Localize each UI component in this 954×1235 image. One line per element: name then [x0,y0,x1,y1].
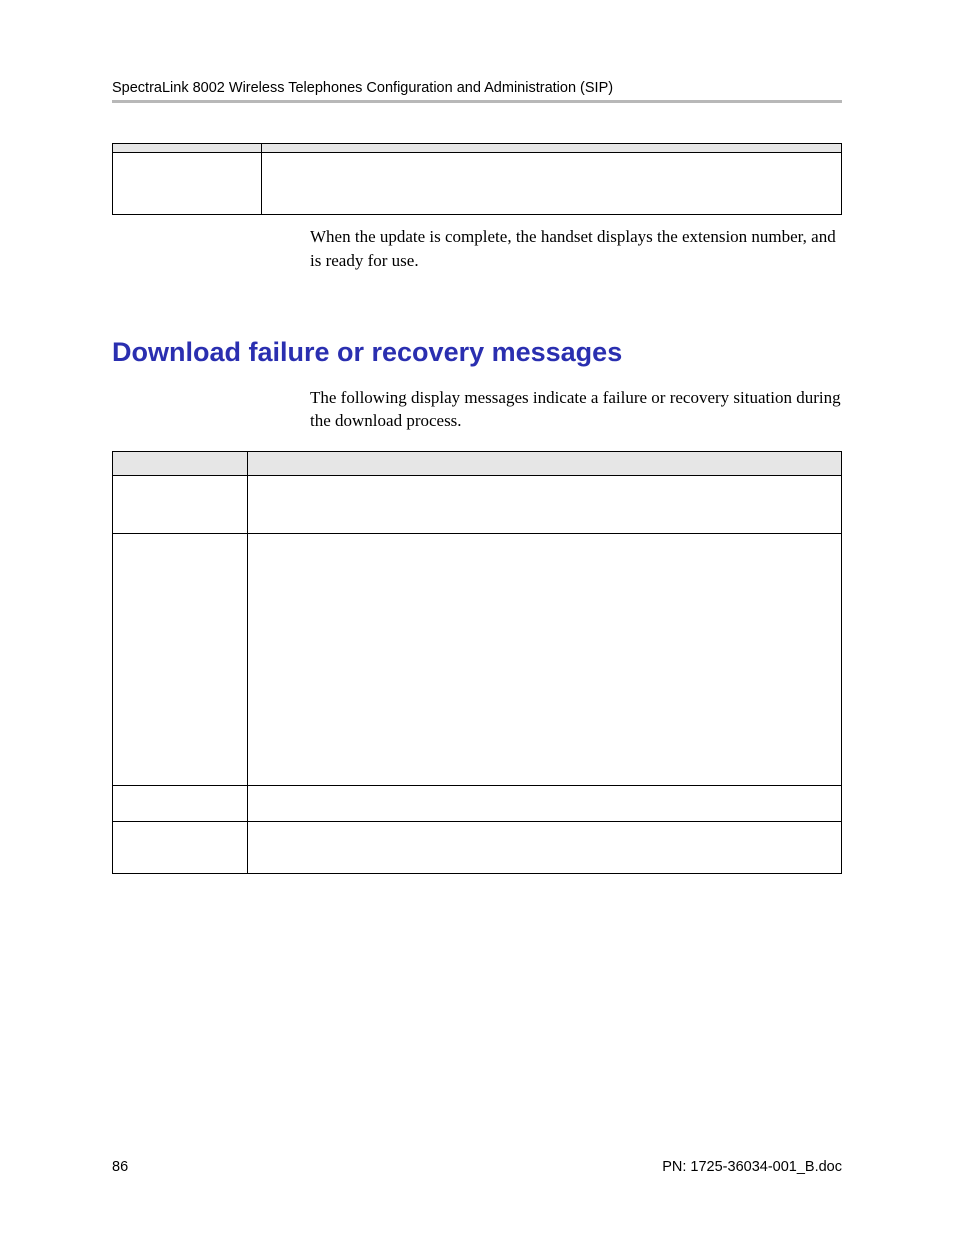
table-cell [248,476,842,534]
table-cell [113,786,248,822]
table-cell [248,822,842,874]
section-heading: Download failure or recovery messages [112,337,842,368]
table-row [113,476,842,534]
running-header: SpectraLink 8002 Wireless Telephones Con… [112,80,842,96]
body-paragraph: When the update is complete, the handset… [310,225,842,273]
table-row [113,822,842,874]
table-header-row [113,452,842,476]
table-header-cell [262,144,842,153]
table-cell [113,822,248,874]
table-header-cell [113,144,262,153]
table-row [113,534,842,786]
table-cell [262,153,842,215]
page-content: SpectraLink 8002 Wireless Telephones Con… [0,0,954,874]
table-cell [248,534,842,786]
table-cell [113,534,248,786]
table-cell [113,153,262,215]
body-paragraph: The following display messages indicate … [310,386,842,434]
table-row [113,786,842,822]
messages-table [112,451,842,874]
table-cell [248,786,842,822]
page-footer: 86 PN: 1725-36034-001_B.doc [112,1159,842,1175]
header-rule [112,100,842,103]
page-number: 86 [112,1159,128,1175]
table-header-cell [248,452,842,476]
table-header-cell [113,452,248,476]
table-header-row [113,144,842,153]
table-cell [113,476,248,534]
document-id: PN: 1725-36034-001_B.doc [662,1159,842,1175]
table-row [113,153,842,215]
status-table-1 [112,143,842,215]
